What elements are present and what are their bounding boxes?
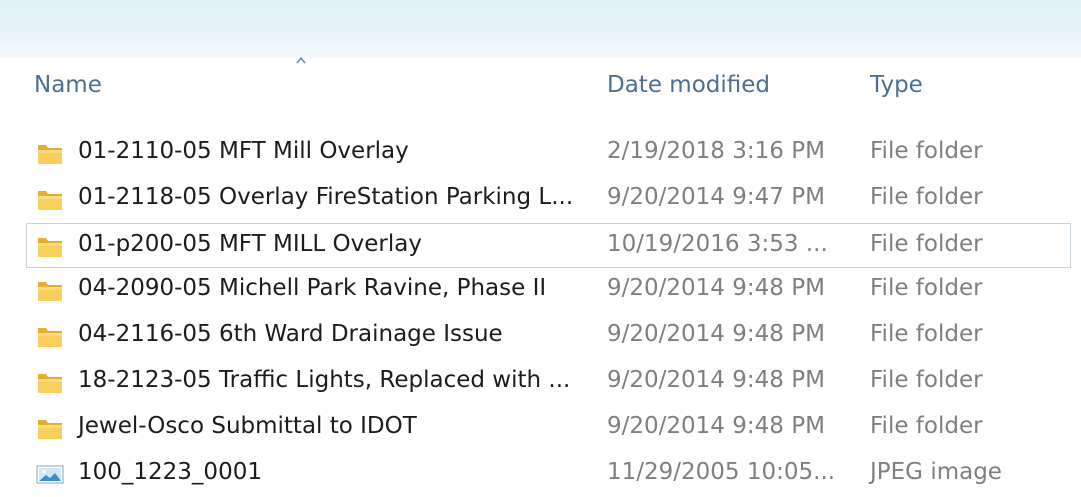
file-type: JPEG image (870, 458, 1002, 485)
file-row[interactable]: 04-2116-05 6th Ward Drainage Issue 9/20/… (0, 314, 1081, 360)
file-type: File folder (870, 230, 983, 257)
file-name: 01-p200-05 MFT MILL Overlay (78, 230, 422, 257)
file-row[interactable]: Jewel-Osco Submittal to IDOT 9/20/2014 9… (0, 406, 1081, 452)
file-date-modified: 9/20/2014 9:48 PM (607, 366, 825, 393)
file-list: 01-2110-05 MFT Mill Overlay 2/19/2018 3:… (0, 131, 1081, 497)
column-header-row: Name Date modified Type (0, 64, 1081, 108)
folder-icon (36, 186, 64, 212)
file-date-modified: 2/19/2018 3:16 PM (607, 138, 825, 164)
image-file-icon (36, 461, 64, 487)
folder-icon (36, 140, 64, 166)
folder-icon (36, 323, 64, 349)
file-date-modified: 9/20/2014 9:48 PM (607, 412, 825, 439)
file-name: 18-2123-05 Traffic Lights, Replaced with… (78, 366, 571, 393)
column-header-name[interactable]: Name (34, 72, 102, 98)
file-type: File folder (870, 412, 983, 439)
file-date-modified: 9/20/2014 9:48 PM (607, 321, 825, 348)
file-row[interactable]: 100_1223_0001 11/29/2005 10:05... JPEG i… (0, 452, 1081, 497)
toolbar-background (0, 0, 1081, 58)
file-date-modified: 10/19/2016 3:53 ... (607, 230, 828, 257)
file-name: 04-2116-05 6th Ward Drainage Issue (78, 321, 503, 348)
folder-icon (36, 233, 64, 259)
file-name: 01-2118-05 Overlay FireStation Parking L… (78, 183, 574, 210)
file-name: 100_1223_0001 (78, 458, 262, 485)
file-name: Jewel-Osco Submittal to IDOT (78, 412, 417, 439)
file-date-modified: 9/20/2014 9:47 PM (607, 183, 825, 210)
sort-up-icon (296, 56, 306, 64)
column-header-type[interactable]: Type (870, 72, 923, 98)
folder-icon (36, 415, 64, 441)
file-type: File folder (870, 366, 983, 393)
file-row[interactable]: 01-2118-05 Overlay FireStation Parking L… (0, 177, 1081, 223)
file-row[interactable]: 01-2110-05 MFT Mill Overlay 2/19/2018 3:… (0, 131, 1081, 177)
file-type: File folder (870, 321, 983, 348)
folder-icon (36, 369, 64, 395)
file-type: File folder (870, 138, 983, 164)
file-name: 01-2110-05 MFT Mill Overlay (78, 138, 409, 164)
file-row-selected[interactable]: 01-p200-05 MFT MILL Overlay 10/19/2016 3… (26, 222, 1071, 269)
file-date-modified: 11/29/2005 10:05... (607, 458, 836, 485)
file-date-modified: 9/20/2014 9:48 PM (607, 275, 825, 302)
column-header-date-modified[interactable]: Date modified (607, 72, 770, 98)
folder-icon (36, 277, 64, 303)
file-row[interactable]: 04-2090-05 Michell Park Ravine, Phase II… (0, 268, 1081, 314)
file-name: 04-2090-05 Michell Park Ravine, Phase II (78, 275, 547, 302)
file-type: File folder (870, 183, 983, 210)
file-row[interactable]: 18-2123-05 Traffic Lights, Replaced with… (0, 360, 1081, 406)
file-type: File folder (870, 275, 983, 302)
